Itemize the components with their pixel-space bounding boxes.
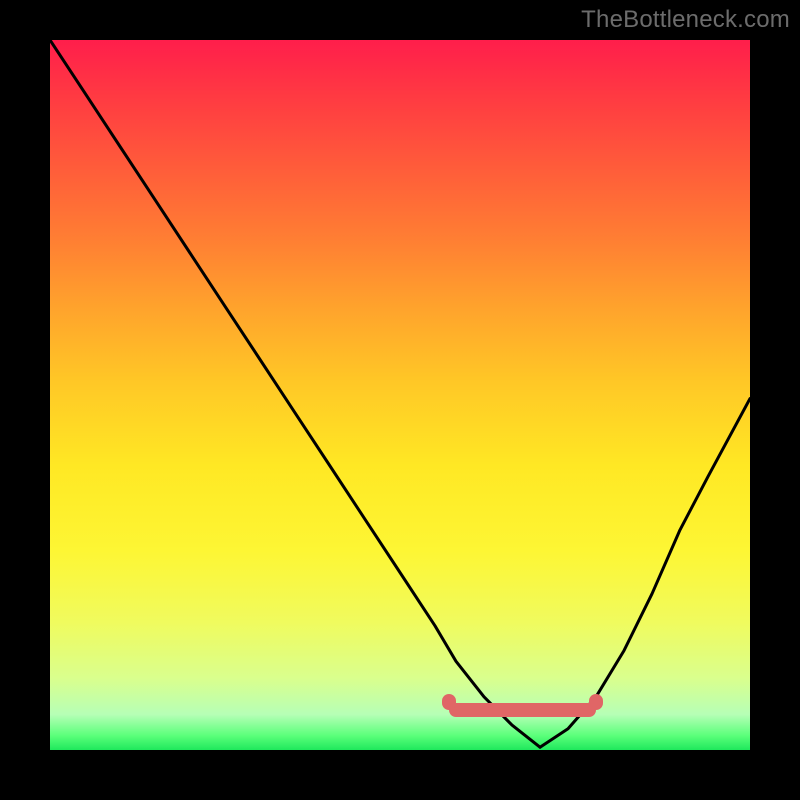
- attribution-text: TheBottleneck.com: [581, 6, 790, 34]
- root: TheBottleneck.com: [0, 0, 800, 800]
- highlight-band: [449, 703, 596, 717]
- highlight-dot-0: [442, 694, 456, 710]
- curve-left-branch: [50, 40, 540, 747]
- highlight-dot-1: [589, 694, 603, 710]
- plot-area: [50, 40, 750, 750]
- curve-right-branch: [540, 399, 750, 748]
- chart-curve: [50, 40, 750, 750]
